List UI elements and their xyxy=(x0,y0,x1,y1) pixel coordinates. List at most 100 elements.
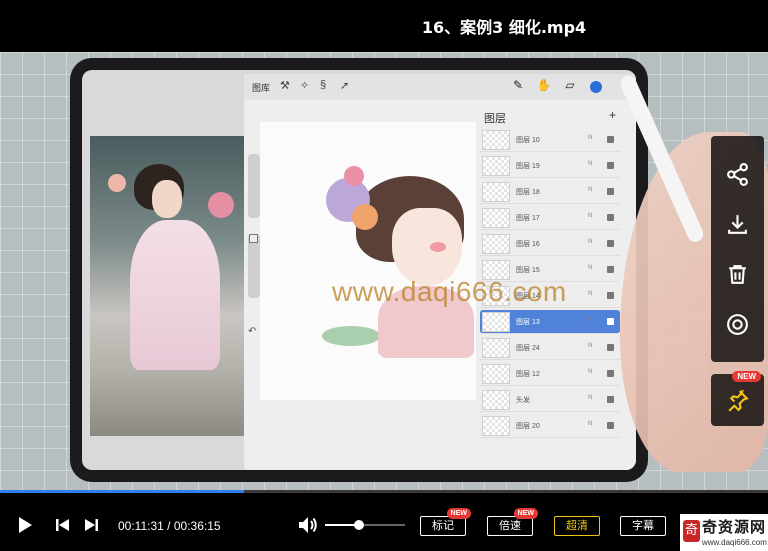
undo-icon[interactable]: ↶ xyxy=(248,326,256,337)
quality-button[interactable]: 超清 xyxy=(554,516,600,536)
layer-row[interactable]: 图层 20 N xyxy=(480,414,620,438)
new-badge: NEW xyxy=(732,371,761,382)
layer-visibility-checkbox[interactable] xyxy=(607,292,614,299)
layer-row[interactable]: 图层 10 N xyxy=(480,128,620,152)
video-player[interactable]: 16、案例3 细化.mp4 图库 ⚒ ✧ § ➚ ✎ ✋ ▱ ↶ 图层 + 图层… xyxy=(0,0,768,551)
procreate-app: 图库 ⚒ ✧ § ➚ ✎ ✋ ▱ ↶ 图层 + 图层 10 N 图层 19 N … xyxy=(244,74,636,470)
video-frame[interactable]: 图库 ⚒ ✧ § ➚ ✎ ✋ ▱ ↶ 图层 + 图层 10 N 图层 19 N … xyxy=(0,52,768,490)
layer-row[interactable]: 图层 13 N xyxy=(480,310,620,334)
layer-name: 图层 12 xyxy=(516,371,540,378)
layer-row[interactable]: 图层 16 N xyxy=(480,232,620,256)
add-layer-button[interactable]: + xyxy=(609,108,616,122)
layer-blend-mode[interactable]: N xyxy=(588,343,592,349)
artwork-face xyxy=(392,208,462,286)
layer-visibility-checkbox[interactable] xyxy=(607,240,614,247)
reference-photo-figure-face xyxy=(152,180,182,218)
watermark: www.daqi666.com xyxy=(332,276,567,307)
subtitle-button-label: 字幕 xyxy=(632,520,654,532)
layer-name: 头发 xyxy=(516,397,530,404)
gallery-button[interactable]: 图库 xyxy=(252,81,270,94)
eraser-icon[interactable]: ▱ xyxy=(562,78,578,94)
layer-visibility-checkbox[interactable] xyxy=(607,370,614,377)
new-badge: NEW xyxy=(446,508,471,519)
previous-icon[interactable] xyxy=(54,516,72,534)
layer-row[interactable]: 头发 N xyxy=(480,388,620,412)
layer-blend-mode[interactable]: N xyxy=(588,317,592,323)
magic-wand-icon[interactable]: ✧ xyxy=(300,79,309,92)
progress-fill xyxy=(0,490,245,493)
layer-visibility-checkbox[interactable] xyxy=(607,214,614,221)
trash-icon[interactable] xyxy=(725,262,750,287)
reference-photo-flower xyxy=(108,174,126,192)
layer-thumbnail xyxy=(482,130,510,150)
layer-visibility-checkbox[interactable] xyxy=(607,136,614,143)
layer-blend-mode[interactable]: N xyxy=(588,291,592,297)
layer-name: 图层 24 xyxy=(516,345,540,352)
tablet-screen: 图库 ⚒ ✧ § ➚ ✎ ✋ ▱ ↶ 图层 + 图层 10 N 图层 19 N … xyxy=(82,70,636,470)
color-picker[interactable] xyxy=(590,81,602,93)
logo-mark: 奇 xyxy=(683,520,700,542)
layer-blend-mode[interactable]: N xyxy=(588,213,592,219)
layer-blend-mode[interactable]: N xyxy=(588,369,592,375)
layer-visibility-checkbox[interactable] xyxy=(607,188,614,195)
logo-url: www.daqi666.com xyxy=(702,538,767,547)
layer-thumbnail xyxy=(482,312,510,332)
layer-visibility-checkbox[interactable] xyxy=(607,422,614,429)
layer-blend-mode[interactable]: N xyxy=(588,421,592,427)
layer-name: 图层 17 xyxy=(516,215,540,222)
layer-blend-mode[interactable]: N xyxy=(588,239,592,245)
layer-blend-mode[interactable]: N xyxy=(588,265,592,271)
subtitle-button[interactable]: 字幕 xyxy=(620,516,666,536)
layer-blend-mode[interactable]: N xyxy=(588,395,592,401)
layer-visibility-checkbox[interactable] xyxy=(607,162,614,169)
layer-row[interactable]: 图层 19 N xyxy=(480,154,620,178)
volume-icon[interactable] xyxy=(297,515,319,535)
wrench-icon[interactable]: ⚒ xyxy=(280,79,290,92)
next-icon[interactable] xyxy=(82,516,100,534)
layer-row[interactable]: 图层 17 N xyxy=(480,206,620,230)
brush-size-slider[interactable] xyxy=(248,154,260,218)
quality-button-label: 超清 xyxy=(566,520,588,532)
download-icon[interactable] xyxy=(725,212,750,237)
side-action-panel xyxy=(711,136,764,362)
modify-button[interactable] xyxy=(249,234,258,243)
brush-opacity-slider[interactable] xyxy=(248,234,260,298)
layer-thumbnail xyxy=(482,338,510,358)
brush-icon[interactable]: ✎ xyxy=(510,78,526,94)
title-bar: 16、案例3 细化.mp4 xyxy=(0,0,768,52)
artwork-flower xyxy=(352,204,378,230)
player-controls: 00:11:31 / 00:36:15 标记 NEW 倍速 NEW 超清 字幕 xyxy=(0,490,768,551)
layer-thumbnail xyxy=(482,156,510,176)
layer-visibility-checkbox[interactable] xyxy=(607,318,614,325)
smudge-icon[interactable]: ✋ xyxy=(536,78,552,94)
volume-knob[interactable] xyxy=(353,520,364,530)
site-logo: 奇 奇资源网 www.daqi666.com xyxy=(680,514,768,551)
layer-blend-mode[interactable]: N xyxy=(588,161,592,167)
layer-visibility-checkbox[interactable] xyxy=(607,396,614,403)
layer-visibility-checkbox[interactable] xyxy=(607,344,614,351)
video-title: 16、案例3 细化.mp4 xyxy=(421,18,587,37)
layer-name: 图层 10 xyxy=(516,137,540,144)
target-icon[interactable] xyxy=(725,312,750,337)
layer-blend-mode[interactable]: N xyxy=(588,187,592,193)
pin-button[interactable]: NEW xyxy=(711,371,764,426)
layer-row[interactable]: 图层 12 N xyxy=(480,362,620,386)
share-icon[interactable] xyxy=(725,162,750,187)
mark-button[interactable]: 标记 NEW xyxy=(420,508,471,536)
layer-blend-mode[interactable]: N xyxy=(588,135,592,141)
progress-bar[interactable] xyxy=(0,490,768,493)
transform-icon[interactable]: ➚ xyxy=(340,79,349,92)
selection-icon[interactable]: § xyxy=(320,79,326,91)
reference-photo-figure-body xyxy=(130,220,220,370)
layer-row[interactable]: 图层 24 N xyxy=(480,336,620,360)
volume-slider[interactable] xyxy=(325,520,405,530)
layer-name: 图层 15 xyxy=(516,267,540,274)
play-icon[interactable] xyxy=(16,516,34,534)
layer-row[interactable]: 图层 18 N xyxy=(480,180,620,204)
drawing-canvas[interactable] xyxy=(260,122,496,400)
reference-photo-flower xyxy=(208,192,234,218)
reference-photo-stone xyxy=(90,372,248,436)
speed-button[interactable]: 倍速 NEW xyxy=(487,508,538,536)
layer-visibility-checkbox[interactable] xyxy=(607,266,614,273)
new-badge: NEW xyxy=(513,508,538,519)
